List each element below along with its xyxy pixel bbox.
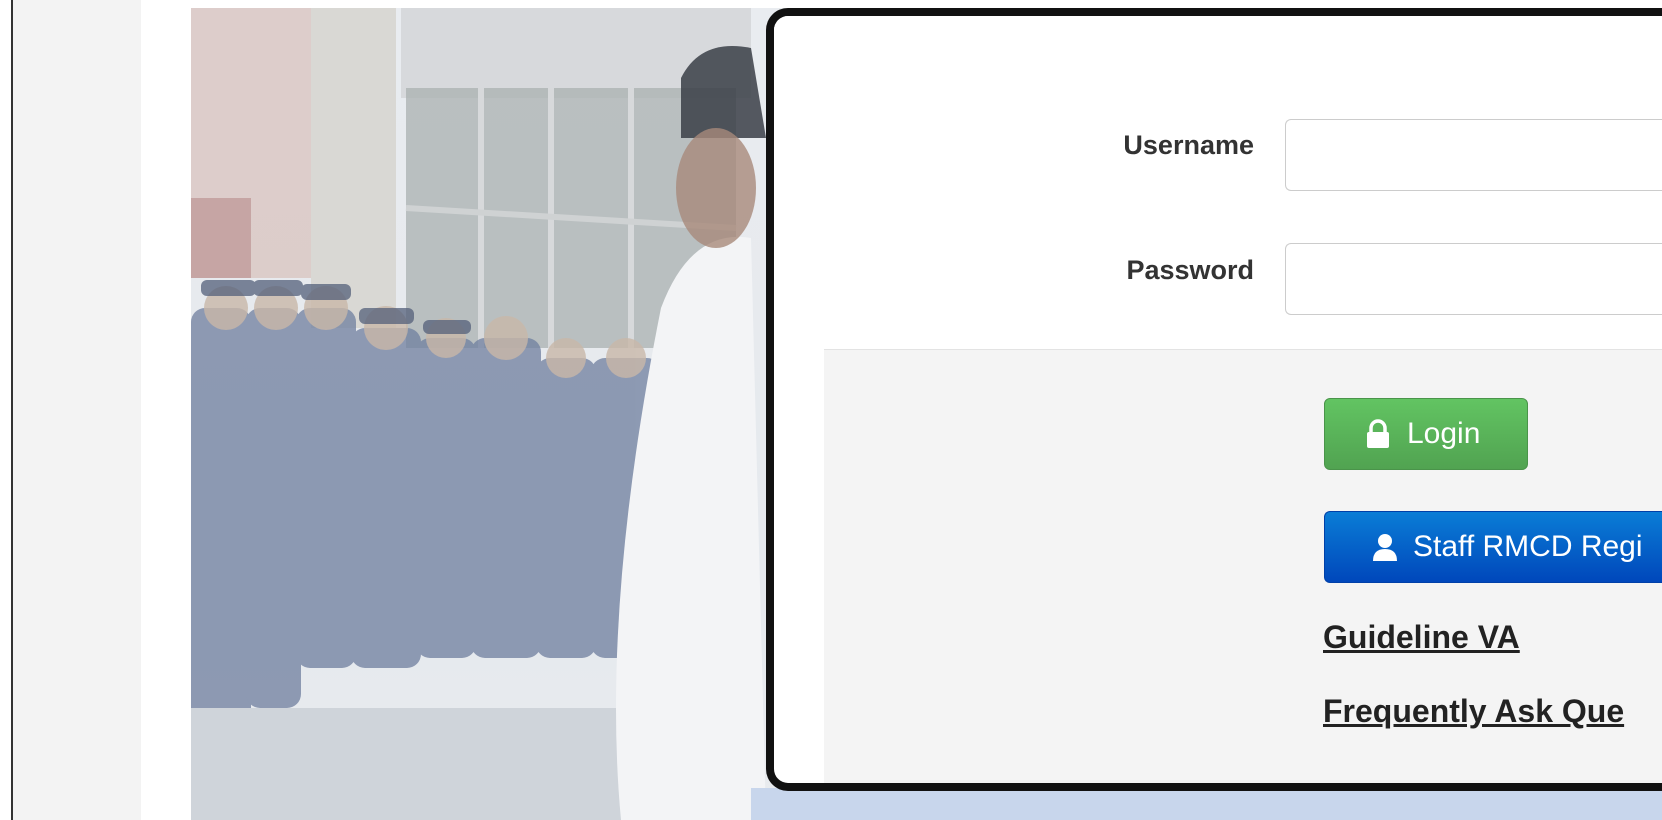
window-left-border	[0, 0, 13, 820]
login-button[interactable]: Login	[1324, 398, 1528, 470]
staff-register-button[interactable]: Staff RMCD Regi	[1324, 511, 1662, 583]
gutter-gap	[141, 0, 191, 820]
user-icon	[1371, 532, 1401, 562]
password-input[interactable]	[1285, 243, 1662, 315]
login-card: Username Password Login Staff RMCD Regi …	[766, 8, 1662, 791]
lock-icon	[1365, 419, 1395, 449]
username-input[interactable]	[1285, 119, 1662, 191]
guideline-link[interactable]: Guideline VA	[1323, 619, 1520, 656]
username-label: Username	[1123, 130, 1254, 160]
login-button-label: Login	[1407, 417, 1481, 450]
password-label: Password	[1126, 255, 1254, 285]
faq-link[interactable]: Frequently Ask Que	[1323, 693, 1624, 730]
staff-register-button-label: Staff RMCD Regi	[1413, 530, 1643, 563]
left-gutter	[13, 0, 141, 820]
